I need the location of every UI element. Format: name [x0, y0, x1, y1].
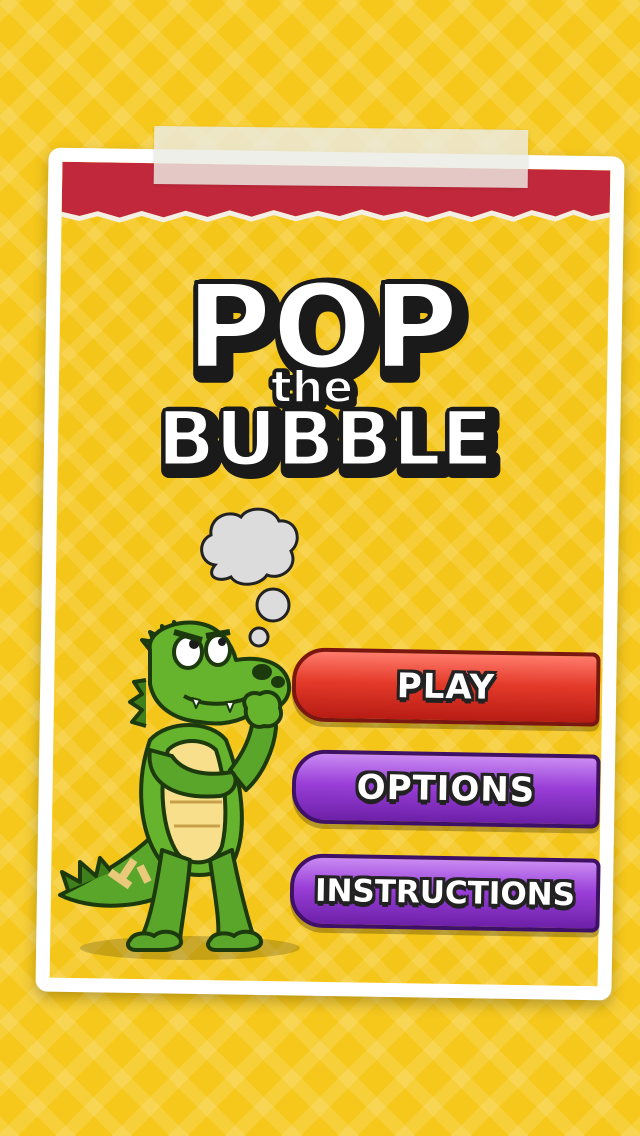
- play-button[interactable]: PLAY: [291, 647, 601, 727]
- instructions-button-label: INSTRUCTIONS: [314, 872, 576, 914]
- play-button-label: PLAY: [396, 666, 496, 708]
- game-logo: POP POP the the BUBBLE BUBBLE: [154, 262, 506, 492]
- instructions-button[interactable]: INSTRUCTIONS: [289, 853, 601, 933]
- logo-bubble: BUBBLE: [157, 394, 493, 483]
- tape-strip: [153, 126, 529, 188]
- options-button[interactable]: OPTIONS: [291, 749, 601, 829]
- options-button-label: OPTIONS: [356, 767, 536, 811]
- crocodile-mascot-icon: [58, 620, 300, 960]
